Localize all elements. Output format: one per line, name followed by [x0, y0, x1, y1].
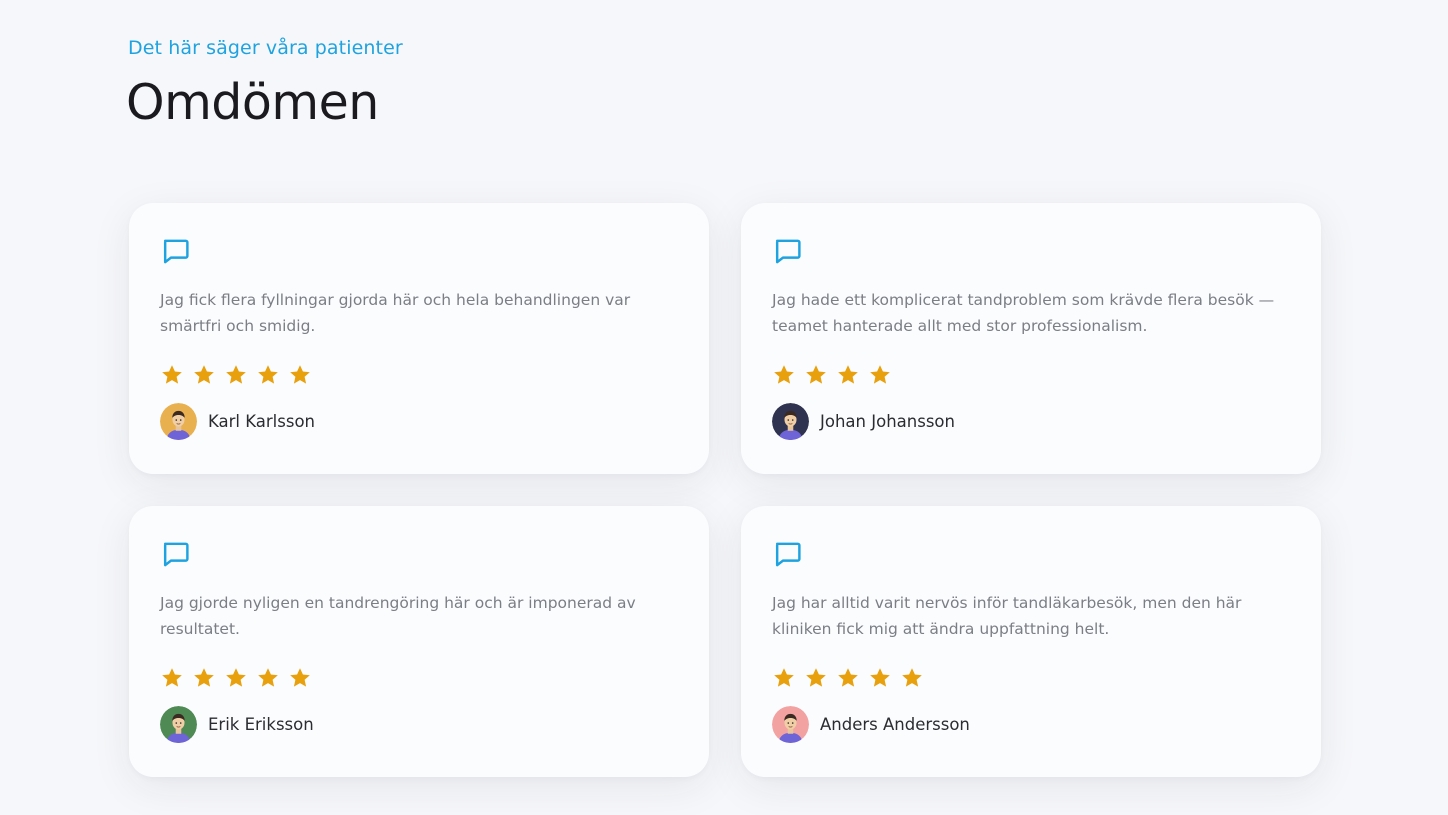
star-icon	[870, 668, 890, 687]
avatar	[772, 706, 809, 743]
review-author: Anders Andersson	[772, 706, 1290, 743]
star-icon	[870, 365, 890, 384]
person-icon	[160, 706, 197, 743]
page-title: Omdömen	[126, 74, 379, 131]
star-icon	[258, 668, 278, 687]
message-square-icon	[163, 542, 189, 567]
review-card: Jag hade ett komplicerat tandproblem som…	[741, 203, 1321, 474]
person-icon	[772, 403, 809, 440]
star-icon	[290, 365, 310, 384]
star-icon	[290, 668, 310, 687]
person-icon	[160, 403, 197, 440]
review-author: Erik Eriksson	[160, 706, 678, 743]
review-author: Johan Johansson	[772, 403, 1290, 440]
review-text: Jag har alltid varit nervös inför tandlä…	[772, 594, 1242, 638]
star-rating	[772, 666, 1290, 690]
author-name: Karl Karlsson	[208, 412, 316, 431]
star-icon	[838, 365, 858, 384]
star-rating	[160, 666, 678, 690]
review-card: Jag gjorde nyligen en tandrengöring här …	[129, 506, 709, 777]
message-square-icon	[775, 542, 801, 567]
message-square-icon	[163, 239, 189, 264]
star-icon	[774, 365, 794, 384]
star-icon	[838, 668, 858, 687]
star-icon	[258, 365, 278, 384]
star-icon	[226, 668, 246, 687]
author-name: Erik Eriksson	[208, 715, 314, 734]
reviews-grid: Jag fick flera fyllningar gjorda här och…	[129, 203, 1321, 777]
review-text: Jag fick flera fyllningar gjorda här och…	[160, 291, 631, 335]
review-text: Jag gjorde nyligen en tandrengöring här …	[160, 594, 636, 638]
star-rating	[772, 363, 1290, 387]
avatar	[160, 403, 197, 440]
message-square-icon	[775, 239, 801, 264]
review-text: Jag hade ett komplicerat tandproblem som…	[772, 291, 1275, 335]
testimonials-section: Det här säger våra patienter Omdömen Jag…	[0, 0, 1448, 815]
section-eyebrow: Det här säger våra patienter	[128, 37, 403, 59]
star-icon	[194, 668, 214, 687]
star-icon	[806, 365, 826, 384]
avatar	[160, 706, 197, 743]
star-icon	[162, 365, 182, 384]
avatar	[772, 403, 809, 440]
star-icon	[162, 668, 182, 687]
review-card: Jag fick flera fyllningar gjorda här och…	[129, 203, 709, 474]
author-name: Anders Andersson	[820, 715, 970, 734]
star-icon	[194, 365, 214, 384]
star-icon	[806, 668, 826, 687]
star-icon	[774, 668, 794, 687]
star-rating	[160, 363, 678, 387]
author-name: Johan Johansson	[820, 412, 955, 431]
review-author: Karl Karlsson	[160, 403, 678, 440]
review-card: Jag har alltid varit nervös inför tandlä…	[741, 506, 1321, 777]
star-icon	[902, 668, 922, 687]
star-icon	[226, 365, 246, 384]
person-icon	[772, 706, 809, 743]
